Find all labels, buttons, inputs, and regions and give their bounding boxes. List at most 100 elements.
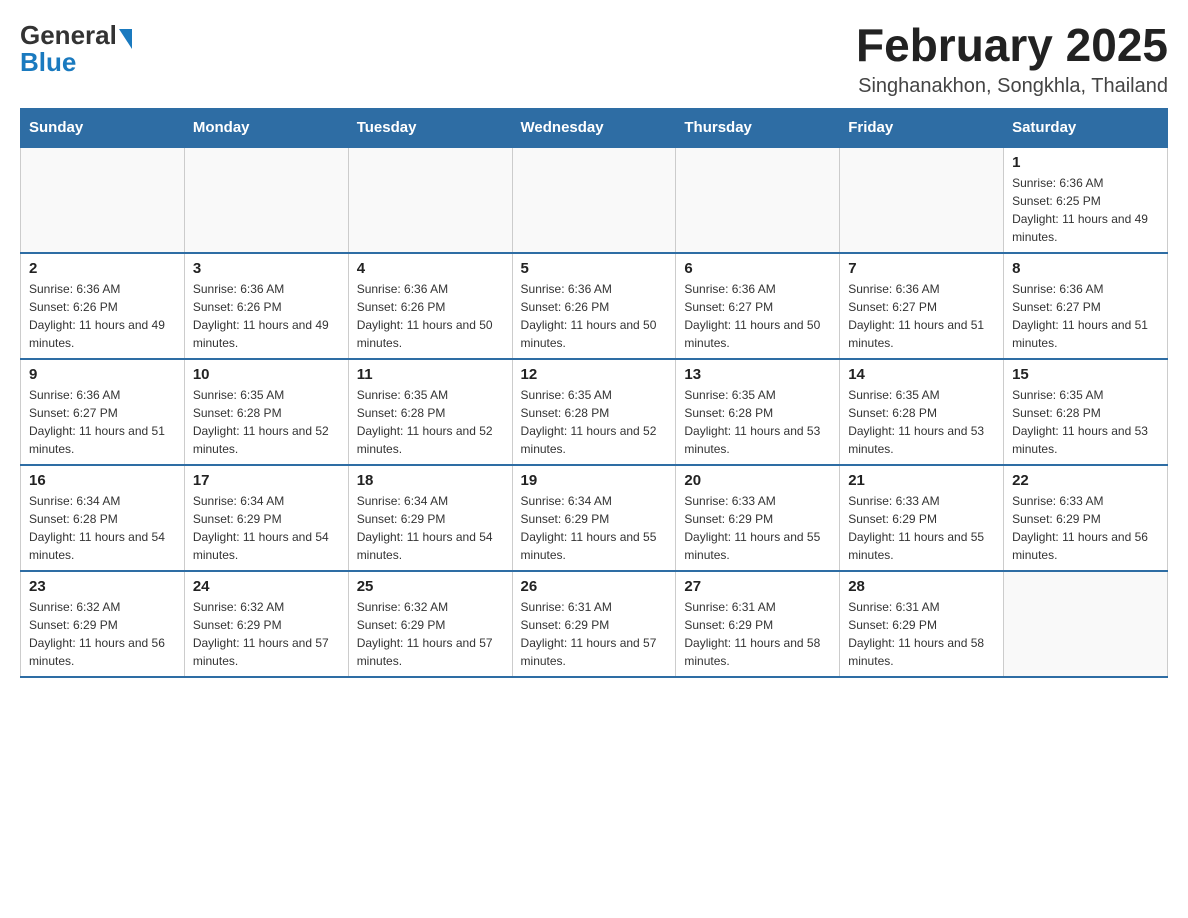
day-number: 22 xyxy=(1012,472,1159,489)
calendar-cell: 27 Sunrise: 6:31 AM Sunset: 6:29 PM Dayli… xyxy=(676,571,840,677)
day-info: Sunrise: 6:36 AM Sunset: 6:27 PM Dayligh… xyxy=(684,280,831,352)
day-info: Sunrise: 6:35 AM Sunset: 6:28 PM Dayligh… xyxy=(521,386,668,458)
column-header-sunday: Sunday xyxy=(21,108,185,147)
column-header-thursday: Thursday xyxy=(676,108,840,147)
day-info: Sunrise: 6:36 AM Sunset: 6:26 PM Dayligh… xyxy=(357,280,504,352)
day-info: Sunrise: 6:31 AM Sunset: 6:29 PM Dayligh… xyxy=(848,598,995,670)
day-number: 15 xyxy=(1012,366,1159,383)
day-info: Sunrise: 6:36 AM Sunset: 6:26 PM Dayligh… xyxy=(29,280,176,352)
day-number: 6 xyxy=(684,260,831,277)
day-number: 3 xyxy=(193,260,340,277)
calendar-week-row: 1 Sunrise: 6:36 AM Sunset: 6:25 PM Daylig… xyxy=(21,147,1168,253)
calendar-cell: 24Sunrise: 6:32 AM Sunset: 6:29 PM Dayli… xyxy=(184,571,348,677)
day-number: 9 xyxy=(29,366,176,383)
calendar-cell xyxy=(676,147,840,253)
calendar-cell: 17 Sunrise: 6:34 AM Sunset: 6:29 PM Dayli… xyxy=(184,465,348,571)
calendar-cell xyxy=(348,147,512,253)
day-number: 1 xyxy=(1012,154,1159,171)
day-info: Sunrise: 6:32 AM Sunset: 6:29 PM Dayligh… xyxy=(193,598,340,670)
day-info: Sunrise: 6:36 AM Sunset: 6:27 PM Dayligh… xyxy=(1012,280,1159,352)
day-number: 7 xyxy=(848,260,995,277)
day-info: Sunrise: 6:32 AM Sunset: 6:29 PM Dayligh… xyxy=(29,598,176,670)
day-info: Sunrise: 6:34 AM Sunset: 6:28 PM Dayligh… xyxy=(29,492,176,564)
calendar-cell: 26Sunrise: 6:31 AM Sunset: 6:29 PM Dayli… xyxy=(512,571,676,677)
day-info: Sunrise: 6:36 AM Sunset: 6:26 PM Dayligh… xyxy=(521,280,668,352)
day-info: Sunrise: 6:34 AM Sunset: 6:29 PM Dayligh… xyxy=(193,492,340,564)
day-number: 21 xyxy=(848,472,995,489)
day-info: Sunrise: 6:31 AM Sunset: 6:29 PM Dayligh… xyxy=(684,598,831,670)
calendar-cell: 13 Sunrise: 6:35 AM Sunset: 6:28 PM Dayli… xyxy=(676,359,840,465)
day-info: Sunrise: 6:36 AM Sunset: 6:25 PM Dayligh… xyxy=(1012,174,1159,246)
calendar-table: SundayMondayTuesdayWednesdayThursdayFrid… xyxy=(20,108,1168,678)
calendar-week-row: 16 Sunrise: 6:34 AM Sunset: 6:28 PM Dayli… xyxy=(21,465,1168,571)
calendar-cell: 16 Sunrise: 6:34 AM Sunset: 6:28 PM Dayli… xyxy=(21,465,185,571)
day-number: 19 xyxy=(521,472,668,489)
calendar-cell xyxy=(512,147,676,253)
calendar-week-row: 9 Sunrise: 6:36 AM Sunset: 6:27 PM Daylig… xyxy=(21,359,1168,465)
calendar-cell: 8 Sunrise: 6:36 AM Sunset: 6:27 PM Daylig… xyxy=(1004,253,1168,359)
calendar-cell: 19 Sunrise: 6:34 AM Sunset: 6:29 PM Dayli… xyxy=(512,465,676,571)
day-info: Sunrise: 6:34 AM Sunset: 6:29 PM Dayligh… xyxy=(521,492,668,564)
day-number: 23 xyxy=(29,578,176,595)
day-number: 2 xyxy=(29,260,176,277)
day-info: Sunrise: 6:34 AM Sunset: 6:29 PM Dayligh… xyxy=(357,492,504,564)
day-number: 13 xyxy=(684,366,831,383)
calendar-cell: 2 Sunrise: 6:36 AM Sunset: 6:26 PM Daylig… xyxy=(21,253,185,359)
day-info: Sunrise: 6:32 AM Sunset: 6:29 PM Dayligh… xyxy=(357,598,504,670)
calendar-cell xyxy=(1004,571,1168,677)
calendar-cell: 10 Sunrise: 6:35 AM Sunset: 6:28 PM Dayli… xyxy=(184,359,348,465)
day-number: 10 xyxy=(193,366,340,383)
day-info: Sunrise: 6:36 AM Sunset: 6:27 PM Dayligh… xyxy=(848,280,995,352)
month-title: February 2025 xyxy=(856,20,1168,71)
calendar-cell: 6 Sunrise: 6:36 AM Sunset: 6:27 PM Daylig… xyxy=(676,253,840,359)
page-header: General Blue February 2025 Singhanakhon,… xyxy=(20,20,1168,98)
calendar-cell: 3 Sunrise: 6:36 AM Sunset: 6:26 PM Daylig… xyxy=(184,253,348,359)
day-number: 16 xyxy=(29,472,176,489)
day-info: Sunrise: 6:35 AM Sunset: 6:28 PM Dayligh… xyxy=(1012,386,1159,458)
day-number: 20 xyxy=(684,472,831,489)
day-info: Sunrise: 6:33 AM Sunset: 6:29 PM Dayligh… xyxy=(684,492,831,564)
day-number: 25 xyxy=(357,578,504,595)
calendar-cell: 5 Sunrise: 6:36 AM Sunset: 6:26 PM Daylig… xyxy=(512,253,676,359)
day-number: 5 xyxy=(521,260,668,277)
column-header-wednesday: Wednesday xyxy=(512,108,676,147)
day-number: 27 xyxy=(684,578,831,595)
location-subtitle: Singhanakhon, Songkhla, Thailand xyxy=(856,75,1168,98)
calendar-cell: 1 Sunrise: 6:36 AM Sunset: 6:25 PM Daylig… xyxy=(1004,147,1168,253)
calendar-week-row: 2 Sunrise: 6:36 AM Sunset: 6:26 PM Daylig… xyxy=(21,253,1168,359)
day-number: 8 xyxy=(1012,260,1159,277)
day-number: 12 xyxy=(521,366,668,383)
calendar-cell: 23 Sunrise: 6:32 AM Sunset: 6:29 PM Dayli… xyxy=(21,571,185,677)
day-number: 17 xyxy=(193,472,340,489)
column-header-saturday: Saturday xyxy=(1004,108,1168,147)
logo-blue-text: Blue xyxy=(20,47,76,78)
column-header-tuesday: Tuesday xyxy=(348,108,512,147)
logo-arrow-icon xyxy=(119,29,132,49)
day-number: 11 xyxy=(357,366,504,383)
day-info: Sunrise: 6:36 AM Sunset: 6:26 PM Dayligh… xyxy=(193,280,340,352)
calendar-cell: 7 Sunrise: 6:36 AM Sunset: 6:27 PM Daylig… xyxy=(840,253,1004,359)
day-info: Sunrise: 6:36 AM Sunset: 6:27 PM Dayligh… xyxy=(29,386,176,458)
column-header-friday: Friday xyxy=(840,108,1004,147)
day-number: 18 xyxy=(357,472,504,489)
calendar-cell: 18 Sunrise: 6:34 AM Sunset: 6:29 PM Dayli… xyxy=(348,465,512,571)
calendar-cell: 22 Sunrise: 6:33 AM Sunset: 6:29 PM Dayli… xyxy=(1004,465,1168,571)
day-info: Sunrise: 6:33 AM Sunset: 6:29 PM Dayligh… xyxy=(848,492,995,564)
day-info: Sunrise: 6:35 AM Sunset: 6:28 PM Dayligh… xyxy=(357,386,504,458)
calendar-week-row: 23 Sunrise: 6:32 AM Sunset: 6:29 PM Dayli… xyxy=(21,571,1168,677)
calendar-cell: 28 Sunrise: 6:31 AM Sunset: 6:29 PM Dayli… xyxy=(840,571,1004,677)
day-info: Sunrise: 6:35 AM Sunset: 6:28 PM Dayligh… xyxy=(684,386,831,458)
logo: General Blue xyxy=(20,20,132,78)
calendar-cell xyxy=(840,147,1004,253)
calendar-cell: 20 Sunrise: 6:33 AM Sunset: 6:29 PM Dayli… xyxy=(676,465,840,571)
calendar-cell xyxy=(184,147,348,253)
column-header-monday: Monday xyxy=(184,108,348,147)
calendar-header-row: SundayMondayTuesdayWednesdayThursdayFrid… xyxy=(21,108,1168,147)
day-number: 4 xyxy=(357,260,504,277)
calendar-cell xyxy=(21,147,185,253)
day-number: 28 xyxy=(848,578,995,595)
title-block: February 2025 Singhanakhon, Songkhla, Th… xyxy=(856,20,1168,98)
day-info: Sunrise: 6:33 AM Sunset: 6:29 PM Dayligh… xyxy=(1012,492,1159,564)
calendar-cell: 4 Sunrise: 6:36 AM Sunset: 6:26 PM Daylig… xyxy=(348,253,512,359)
day-info: Sunrise: 6:35 AM Sunset: 6:28 PM Dayligh… xyxy=(193,386,340,458)
